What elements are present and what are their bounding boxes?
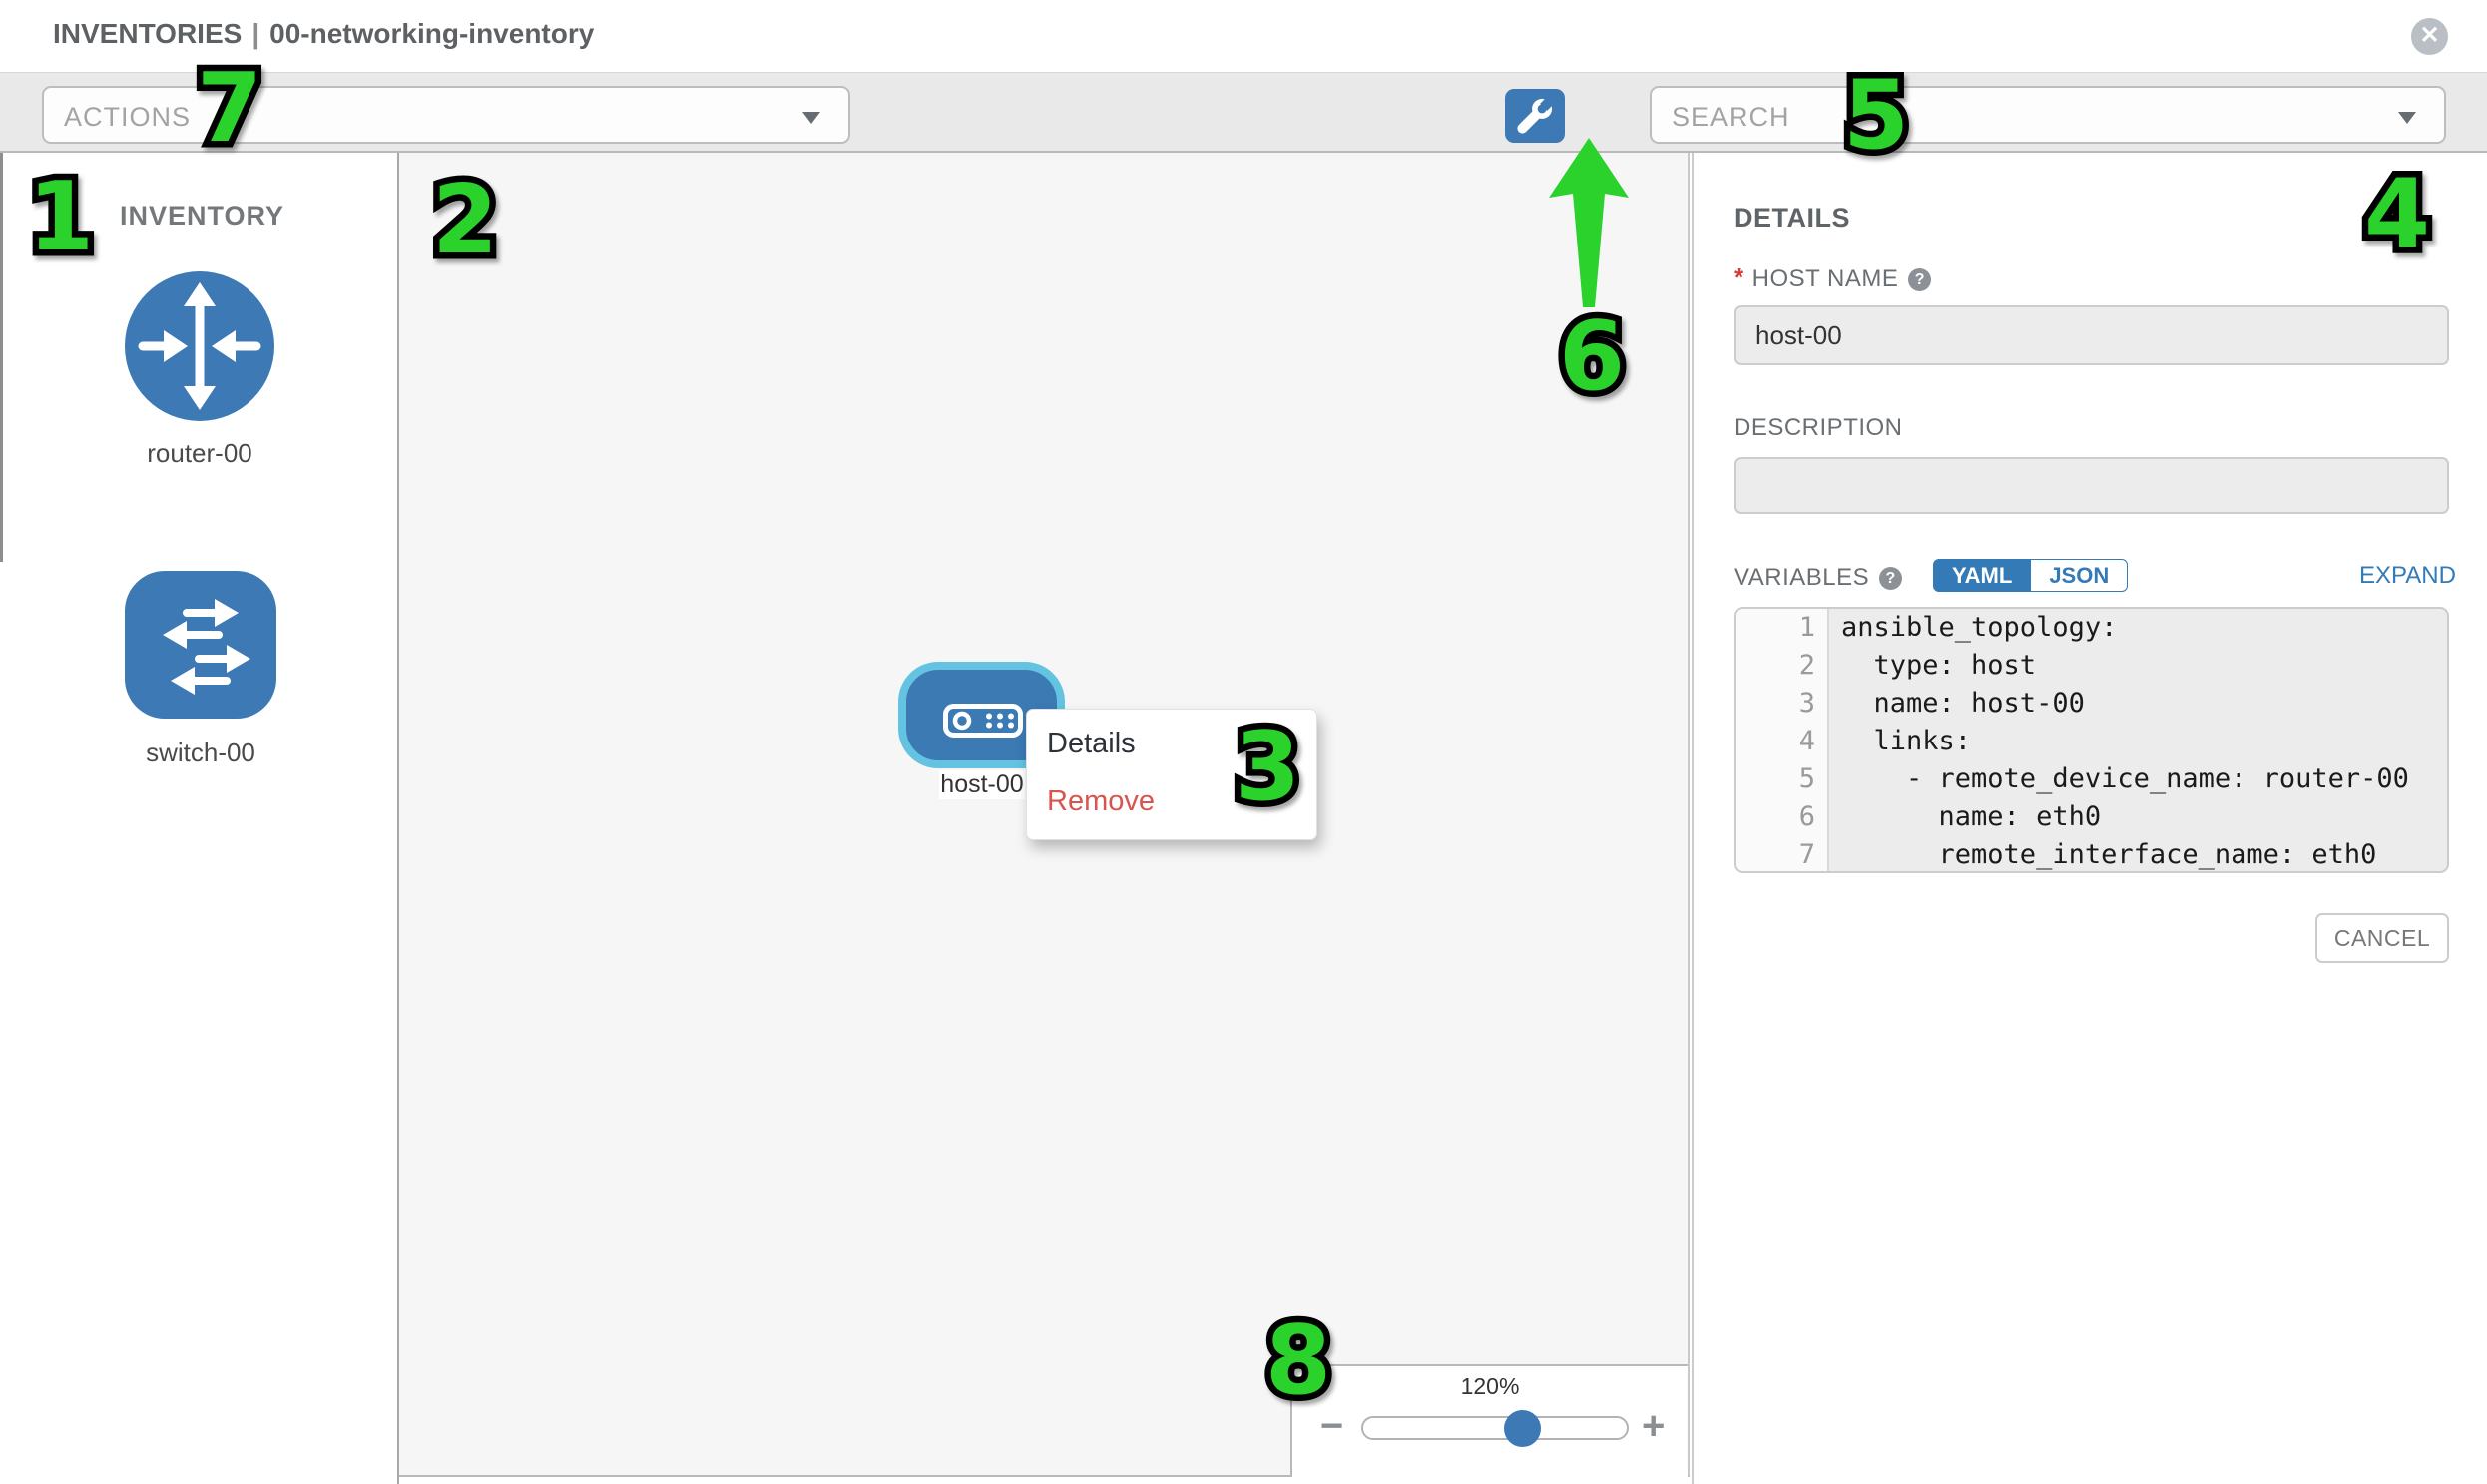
- code-line: 4 links:: [1736, 723, 2447, 760]
- variables-label-text: VARIABLES: [1734, 564, 1869, 591]
- chevron-down-icon: [2398, 112, 2416, 124]
- search-dropdown-label: SEARCH: [1672, 102, 1790, 133]
- switch-icon: [125, 571, 276, 719]
- zoom-level-value: 120%: [1292, 1373, 1688, 1400]
- line-text: name: eth0: [1829, 798, 2101, 836]
- context-menu-item-details[interactable]: Details: [1047, 714, 1296, 773]
- description-label: DESCRIPTION: [1734, 414, 1903, 442]
- search-dropdown[interactable]: SEARCH: [1650, 86, 2446, 144]
- variables-label: VARIABLES?: [1734, 564, 1902, 592]
- line-number: 4: [1736, 723, 1829, 760]
- host-node-label: host-00: [939, 770, 1025, 799]
- code-line: 1ansible_topology:: [1736, 609, 2447, 647]
- inventory-sidebar: INVENTORY router-00: [0, 153, 399, 1484]
- server-icon: [943, 704, 1023, 738]
- help-icon[interactable]: ?: [1908, 268, 1931, 291]
- variables-format-toggle: YAMLJSON: [1933, 559, 2128, 592]
- line-number: 7: [1736, 836, 1829, 873]
- breadcrumb-inventory-name: 00-networking-inventory: [269, 18, 594, 49]
- context-menu: Details Remove: [1026, 709, 1317, 840]
- line-number: 3: [1736, 685, 1829, 723]
- configure-tools-button[interactable]: [1505, 89, 1565, 143]
- variables-code-editor[interactable]: 1ansible_topology: 2 type: host 3 name: …: [1734, 607, 2449, 873]
- expand-link[interactable]: EXPAND: [2359, 562, 2456, 590]
- code-line: 3 name: host-00: [1736, 685, 2447, 723]
- description-input[interactable]: [1734, 457, 2449, 514]
- breadcrumb-separator: |: [242, 18, 269, 49]
- code-line: 2 type: host: [1736, 647, 2447, 685]
- breadcrumb-section: INVENTORIES: [53, 18, 242, 49]
- line-number: 1: [1736, 609, 1829, 647]
- app-header: INVENTORIES|00-networking-inventory ✕: [0, 0, 2487, 72]
- required-marker: *: [1734, 262, 1744, 292]
- close-icon[interactable]: ✕: [2411, 18, 2448, 55]
- details-panel: DETAILS * HOST NAME? DESCRIPTION VARIABLE…: [1692, 153, 2487, 1484]
- sidebar-item-router-00[interactable]: router-00: [125, 271, 274, 469]
- json-toggle-button[interactable]: JSON: [2031, 559, 2128, 592]
- chevron-down-icon: [802, 112, 820, 124]
- code-line: 5 - remote_device_name: router-00: [1736, 760, 2447, 798]
- topology-canvas[interactable]: host-00 Details Remove 120% − +: [399, 153, 1690, 1477]
- actions-dropdown-label: ACTIONS: [64, 102, 191, 133]
- host-name-label: * HOST NAME?: [1734, 262, 1931, 293]
- line-text: links:: [1829, 723, 1971, 760]
- details-panel-title: DETAILS: [1734, 203, 1850, 234]
- line-text: - remote_device_name: router-00: [1829, 760, 2409, 798]
- breadcrumb: INVENTORIES|00-networking-inventory: [53, 18, 594, 50]
- help-icon[interactable]: ?: [1879, 567, 1902, 590]
- line-number: 2: [1736, 647, 1829, 685]
- code-line: 6 name: eth0: [1736, 798, 2447, 836]
- line-text: type: host: [1829, 647, 2036, 685]
- line-number: 6: [1736, 798, 1829, 836]
- context-menu-item-remove[interactable]: Remove: [1047, 771, 1296, 831]
- actions-dropdown[interactable]: ACTIONS: [42, 86, 850, 144]
- yaml-toggle-button[interactable]: YAML: [1933, 559, 2031, 592]
- line-text: ansible_topology:: [1829, 609, 2117, 647]
- code-line: 7 remote_interface_name: eth0: [1736, 836, 2447, 873]
- zoom-control-panel: 120% − +: [1290, 1364, 1688, 1477]
- sidebar-heading: INVENTORY: [120, 201, 284, 232]
- router-icon: [125, 271, 274, 421]
- scrollbar[interactable]: [0, 153, 3, 562]
- zoom-in-button[interactable]: +: [1642, 1406, 1665, 1446]
- host-name-input[interactable]: [1734, 305, 2449, 365]
- zoom-out-button[interactable]: −: [1320, 1406, 1343, 1446]
- zoom-slider[interactable]: [1361, 1416, 1629, 1440]
- line-number: 5: [1736, 760, 1829, 798]
- cancel-button[interactable]: CANCEL: [2315, 913, 2449, 963]
- wrench-icon: [1515, 96, 1555, 136]
- toolbar: ACTIONS SEARCH: [0, 72, 2487, 153]
- line-text: name: host-00: [1829, 685, 2085, 723]
- zoom-slider-thumb[interactable]: [1504, 1410, 1541, 1447]
- sidebar-item-switch-00[interactable]: switch-00: [125, 571, 276, 768]
- line-text: remote_interface_name: eth0: [1829, 836, 2376, 873]
- host-name-label-text: HOST NAME: [1752, 265, 1899, 292]
- sidebar-item-label: router-00: [125, 438, 274, 469]
- sidebar-item-label: switch-00: [125, 738, 276, 768]
